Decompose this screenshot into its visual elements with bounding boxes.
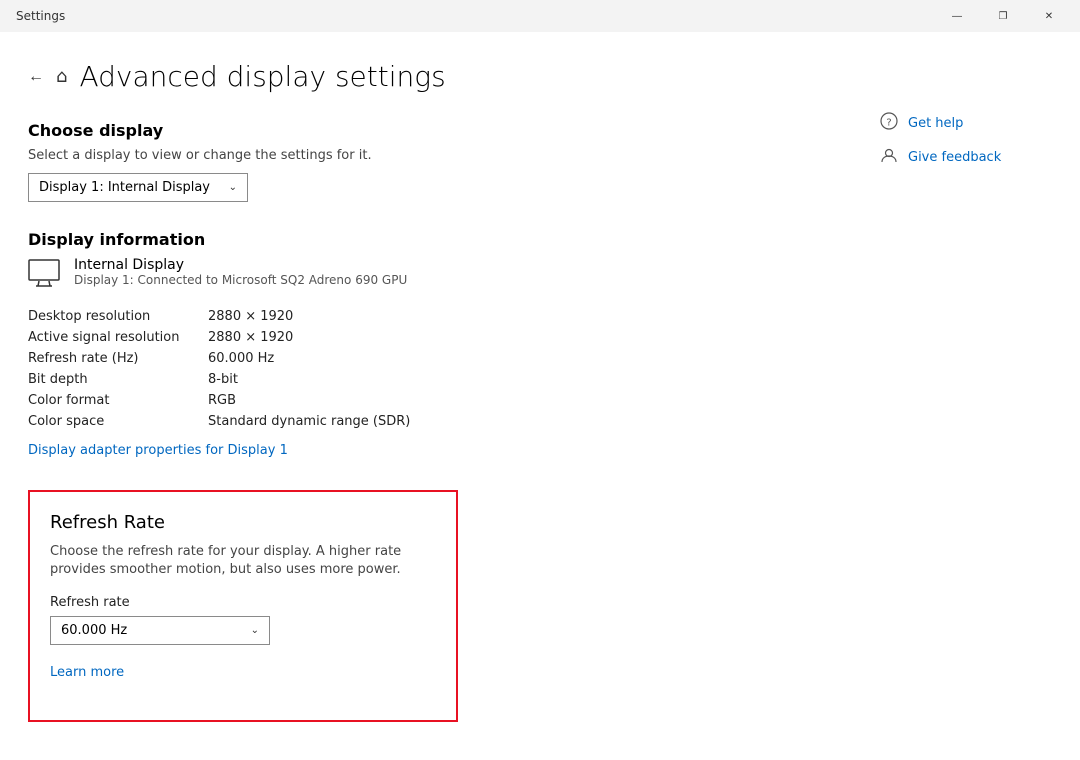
maximize-button[interactable]: ❐: [980, 0, 1026, 32]
feedback-icon: [880, 146, 898, 168]
info-value: Standard dynamic range (SDR): [208, 414, 820, 429]
display-sub: Display 1: Connected to Microsoft SQ2 Ad…: [74, 273, 407, 287]
refresh-rate-label: Refresh rate: [50, 595, 436, 610]
back-button[interactable]: ←: [28, 68, 44, 86]
svg-text:?: ?: [886, 118, 891, 129]
info-value: 2880 × 1920: [208, 309, 820, 324]
display-select-dropdown[interactable]: Display 1: Internal Display ⌄: [28, 173, 248, 202]
titlebar: Settings — ❐ ✕: [0, 0, 1080, 32]
dropdown-arrow-icon: ⌄: [229, 182, 237, 193]
close-button[interactable]: ✕: [1026, 0, 1072, 32]
get-help-item[interactable]: ? Get help: [880, 112, 1060, 134]
refresh-dropdown-arrow-icon: ⌄: [251, 625, 259, 636]
monitor-icon: [28, 259, 60, 291]
info-value: 2880 × 1920: [208, 330, 820, 345]
info-value: 8-bit: [208, 372, 820, 387]
info-label: Color space: [28, 414, 208, 429]
refresh-rate-section: Refresh Rate Choose the refresh rate for…: [28, 490, 458, 722]
info-value: 60.000 Hz: [208, 351, 820, 366]
info-label: Bit depth: [28, 372, 208, 387]
display-info-table: Desktop resolution2880 × 1920Active sign…: [28, 309, 820, 429]
refresh-rate-description: Choose the refresh rate for your display…: [50, 543, 436, 579]
info-label: Color format: [28, 393, 208, 408]
display-name: Internal Display: [74, 257, 407, 273]
info-label: Refresh rate (Hz): [28, 351, 208, 366]
get-help-label: Get help: [908, 116, 963, 131]
window-controls: — ❐ ✕: [934, 0, 1072, 32]
app-body: ← ⌂ Advanced display settings Choose dis…: [0, 32, 1080, 760]
choose-display-subtitle: Select a display to view or change the s…: [28, 148, 820, 163]
minimize-button[interactable]: —: [934, 0, 980, 32]
display-item-info: Internal Display Display 1: Connected to…: [74, 257, 407, 287]
main-content: ← ⌂ Advanced display settings Choose dis…: [0, 32, 860, 760]
refresh-rate-value: 60.000 Hz: [61, 623, 127, 638]
display-select-value: Display 1: Internal Display: [39, 180, 210, 195]
display-info-section: Display information Internal Display Dis…: [28, 230, 820, 478]
info-label: Active signal resolution: [28, 330, 208, 345]
choose-display-section: Choose display Select a display to view …: [28, 121, 820, 202]
display-item: Internal Display Display 1: Connected to…: [28, 257, 820, 291]
refresh-rate-title: Refresh Rate: [50, 512, 436, 533]
sidebar: ? Get help Give feedback: [860, 32, 1080, 760]
choose-display-title: Choose display: [28, 121, 820, 140]
back-icon: ←: [28, 68, 44, 86]
refresh-rate-dropdown[interactable]: 60.000 Hz ⌄: [50, 616, 270, 645]
info-label: Desktop resolution: [28, 309, 208, 324]
adapter-properties-link[interactable]: Display adapter properties for Display 1: [28, 443, 288, 458]
page-header: ← ⌂ Advanced display settings: [28, 60, 820, 93]
display-info-title: Display information: [28, 230, 820, 249]
app-title: Settings: [16, 9, 934, 23]
give-feedback-item[interactable]: Give feedback: [880, 146, 1060, 168]
learn-more-link[interactable]: Learn more: [50, 665, 124, 680]
info-value: RGB: [208, 393, 820, 408]
home-icon: ⌂: [56, 66, 67, 87]
give-feedback-label: Give feedback: [908, 150, 1001, 165]
page-title: Advanced display settings: [79, 60, 445, 93]
help-icon: ?: [880, 112, 898, 134]
